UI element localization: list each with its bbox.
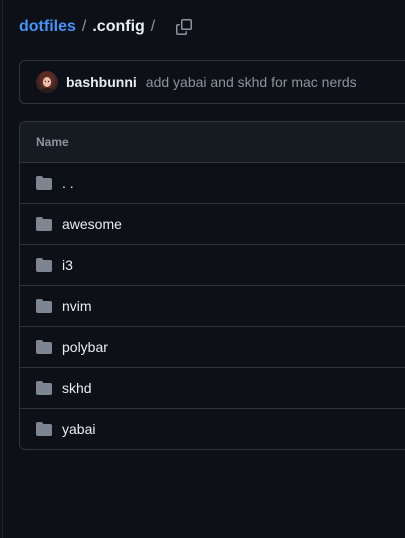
table-row-parent-directory[interactable]: . . [20, 163, 405, 204]
folder-icon [36, 380, 52, 396]
folder-icon [36, 421, 52, 437]
breadcrumb-current-folder: .config [92, 18, 145, 35]
row-name-link[interactable]: . . [62, 175, 74, 191]
file-browser-page: dotfiles / .config / bashbunni add yabai… [0, 0, 405, 538]
breadcrumb-repo-link[interactable]: dotfiles [19, 18, 76, 36]
commit-message-link[interactable]: add yabai and skhd for mac nerds [146, 74, 357, 90]
breadcrumb: dotfiles / .config / [19, 15, 161, 39]
latest-commit-bar: bashbunni add yabai and skhd for mac ner… [19, 60, 405, 104]
table-row-awesome[interactable]: awesome [20, 204, 405, 245]
folder-icon [36, 216, 52, 232]
row-name-link[interactable]: polybar [62, 339, 108, 355]
row-name-link[interactable]: nvim [62, 298, 92, 314]
breadcrumb-trailing-separator: / [150, 18, 156, 35]
folder-icon [36, 257, 52, 273]
table-header-name: Name [20, 122, 405, 163]
avatar[interactable] [36, 71, 58, 93]
copy-path-button[interactable] [170, 14, 198, 40]
table-row-yabai[interactable]: yabai [20, 409, 405, 449]
folder-icon [36, 339, 52, 355]
left-divider [2, 0, 3, 538]
folder-icon [36, 175, 52, 191]
row-name-link[interactable]: skhd [62, 380, 92, 396]
row-name-link[interactable]: i3 [62, 257, 73, 273]
breadcrumb-separator: / [81, 18, 87, 35]
table-row-skhd[interactable]: skhd [20, 368, 405, 409]
copy-icon [176, 19, 192, 35]
file-list-table: Name . . awesome i3 nvim polybar skhd ya… [19, 121, 405, 450]
commit-author-link[interactable]: bashbunni [66, 74, 137, 90]
row-name-link[interactable]: yabai [62, 421, 95, 437]
table-row-nvim[interactable]: nvim [20, 286, 405, 327]
folder-icon [36, 298, 52, 314]
table-row-i3[interactable]: i3 [20, 245, 405, 286]
row-name-link[interactable]: awesome [62, 216, 122, 232]
table-row-polybar[interactable]: polybar [20, 327, 405, 368]
